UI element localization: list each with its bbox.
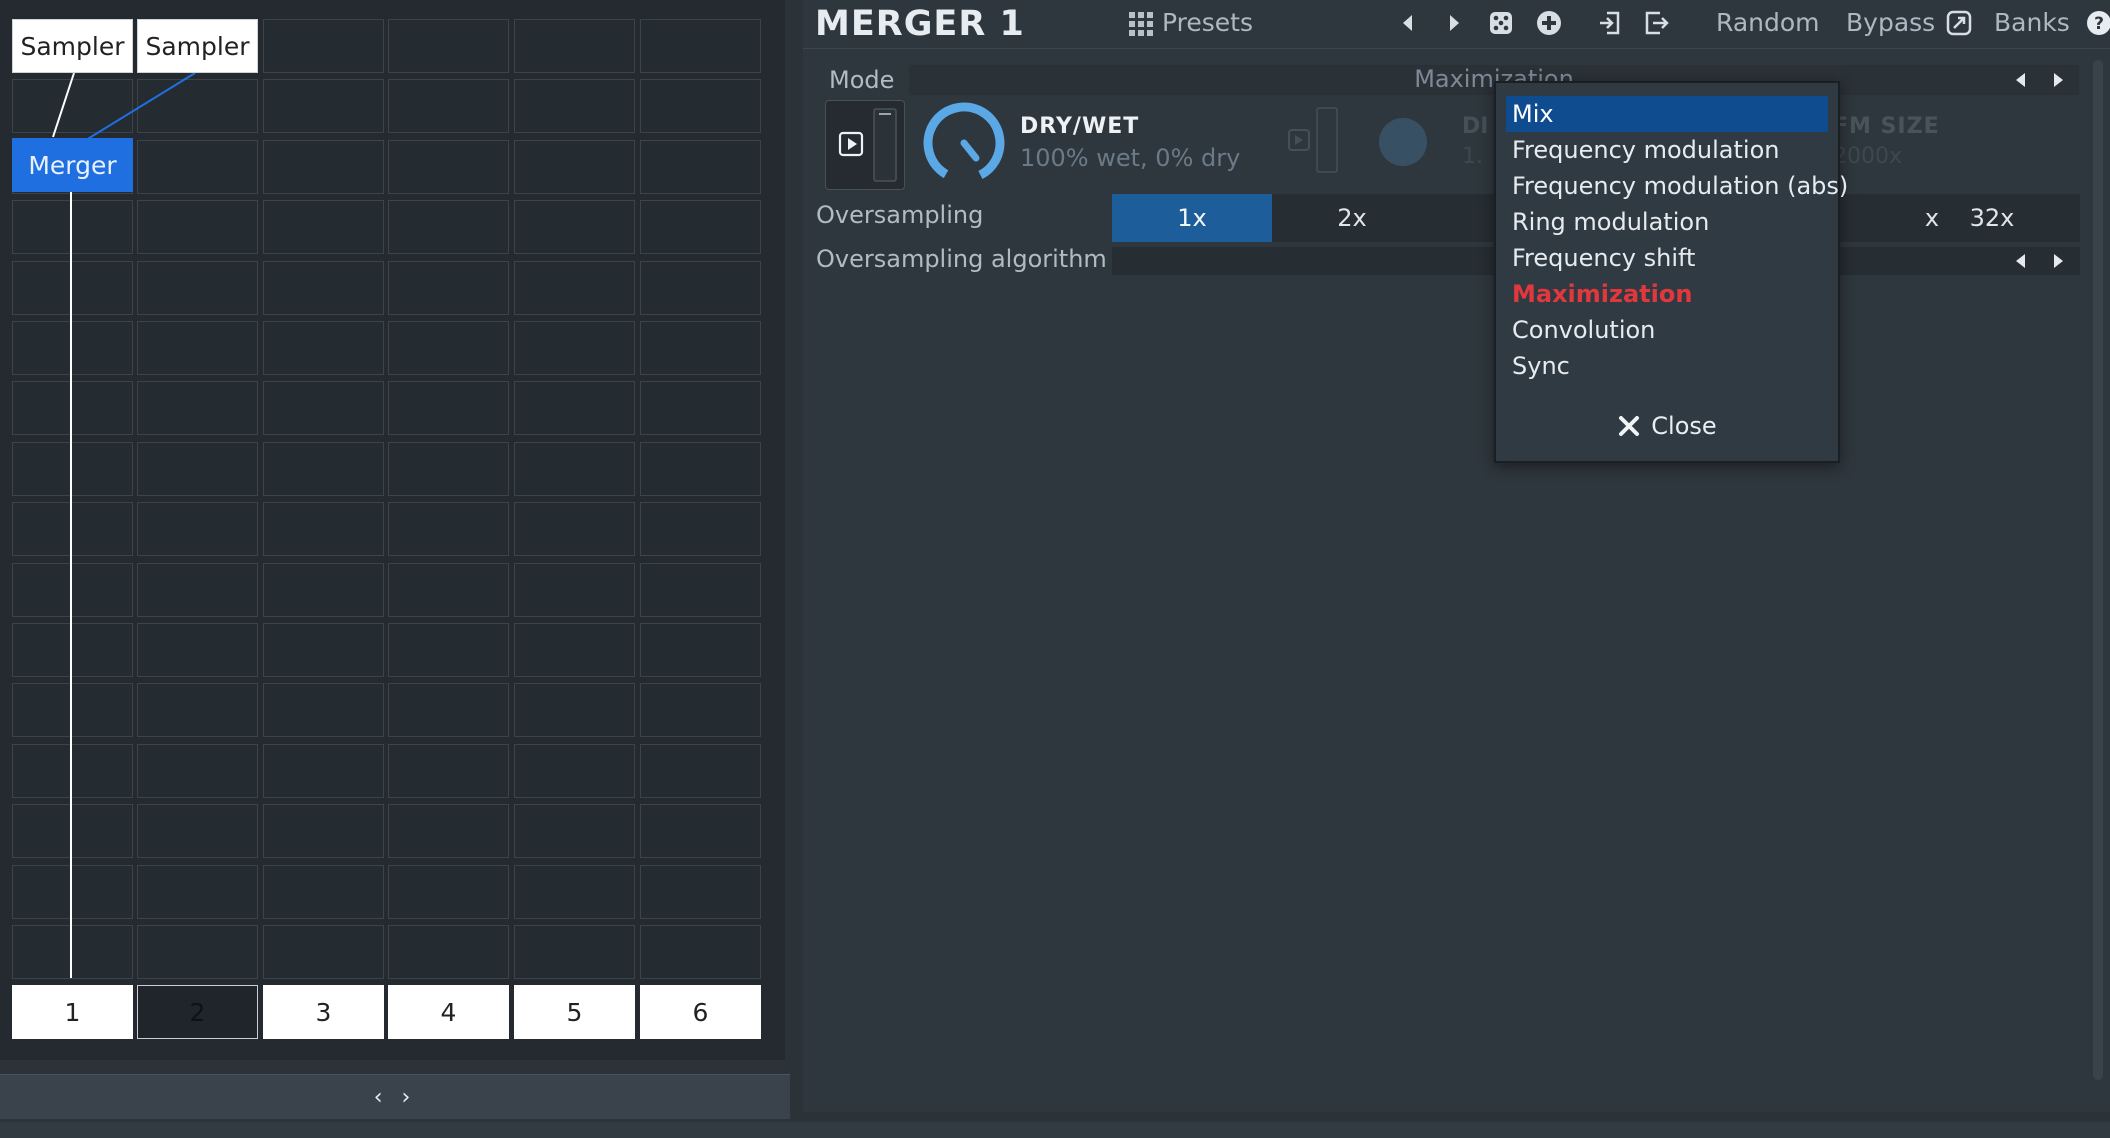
presets-grid-icon[interactable]	[1129, 12, 1153, 36]
wire-sampler-a	[52, 72, 75, 138]
drywet-modulation-slot[interactable]	[825, 100, 905, 190]
node-sampler-b[interactable]: Sampler	[137, 19, 258, 73]
column-tab-6[interactable]: 6	[640, 985, 761, 1039]
banks-button[interactable]: Banks	[1994, 8, 2070, 37]
dropdown-item[interactable]: Ring modulation	[1506, 204, 1828, 240]
wire-sampler-b	[85, 72, 196, 141]
drywet-knob[interactable]	[919, 98, 1009, 188]
oversampling-option-1x[interactable]: 1x	[1112, 194, 1272, 242]
randomize-dice-icon[interactable]	[1486, 8, 1516, 38]
column-tab-1[interactable]: 1	[12, 985, 133, 1039]
bottom-strip	[0, 1122, 2110, 1138]
random-button[interactable]: Random	[1716, 8, 1820, 37]
bypass-button[interactable]: Bypass	[1846, 8, 1935, 37]
previous-preset-icon[interactable]	[1393, 8, 1423, 38]
next-preset-icon[interactable]	[1439, 8, 1469, 38]
vertical-scrollbar[interactable]	[2093, 60, 2103, 1080]
oversampling-algorithm-label: Oversampling algorithm	[816, 245, 1107, 273]
dropdown-item[interactable]: Sync	[1506, 348, 1828, 384]
plugin-panel: MERGER 1 Presets Random Bypass Banks ? M…	[803, 0, 2110, 1112]
dropdown-item[interactable]: Convolution	[1506, 312, 1828, 348]
presets-button[interactable]: Presets	[1162, 8, 1253, 37]
dropdown-item[interactable]: Frequency modulation	[1506, 132, 1828, 168]
bank-link-icon[interactable]	[1944, 8, 1974, 38]
add-preset-icon[interactable]	[1534, 8, 1564, 38]
plugin-title: MERGER 1	[815, 4, 1025, 44]
panel-resize-bar[interactable]: ‹ ›	[0, 1074, 790, 1119]
dropdown-item[interactable]: Mix	[1506, 96, 1828, 132]
import-preset-icon[interactable]	[1596, 8, 1626, 38]
column-tab-4[interactable]: 4	[388, 985, 509, 1039]
mode-label: Mode	[829, 66, 895, 94]
drywet-value: 100% wet, 0% dry	[1020, 144, 1241, 172]
node-sampler-a[interactable]: Sampler	[12, 19, 133, 73]
dropdown-close-button[interactable]: Close	[1496, 408, 1838, 444]
svg-text:?: ?	[2094, 14, 2104, 34]
column-tab-5[interactable]: 5	[514, 985, 635, 1039]
algorithm-prev-icon[interactable]	[2011, 250, 2031, 272]
routing-panel: Sampler Sampler Merger 123456	[0, 0, 785, 1060]
column-tab-2[interactable]: 2	[137, 985, 258, 1039]
column-tab-3[interactable]: 3	[263, 985, 384, 1039]
plugin-header: MERGER 1 Presets Random Bypass Banks ?	[803, 0, 2110, 49]
close-label[interactable]: Close	[1651, 412, 1716, 440]
fm-size-value: 2000x	[1833, 144, 1903, 169]
algorithm-next-icon[interactable]	[2048, 250, 2068, 272]
ghost-module	[1288, 107, 1427, 173]
export-preset-icon[interactable]	[1641, 8, 1671, 38]
node-merger[interactable]: Merger	[12, 138, 133, 192]
fm-size-title: FM SIZE	[1833, 114, 1940, 139]
ghost-param-value: 1.	[1462, 144, 1483, 169]
app-window: Sampler Sampler Merger 123456 ‹ › MERGER…	[0, 0, 2110, 1138]
oversampling-option-32x[interactable]: 32x	[1912, 194, 2072, 242]
close-icon[interactable]	[1617, 414, 1641, 438]
oversampling-option-2x[interactable]: 2x	[1272, 194, 1432, 242]
ghost-param-title: DI	[1462, 114, 1489, 139]
collapse-arrows-icon[interactable]: ‹ ›	[374, 1085, 417, 1110]
mode-prev-icon[interactable]	[2011, 69, 2031, 91]
dropdown-item[interactable]: Frequency modulation (abs)	[1506, 168, 1848, 204]
play-modulation-icon[interactable]	[826, 101, 904, 189]
dropdown-item[interactable]: Maximization	[1506, 276, 1828, 312]
help-icon[interactable]: ?	[2084, 8, 2110, 38]
dropdown-item[interactable]: Frequency shift	[1506, 240, 1828, 276]
drywet-title: DRY/WET	[1020, 114, 1140, 139]
mode-next-icon[interactable]	[2048, 69, 2068, 91]
mode-dropdown-menu: Mix Frequency modulation Frequency modulat…	[1494, 81, 1848, 463]
oversampling-label: Oversampling	[816, 201, 984, 229]
